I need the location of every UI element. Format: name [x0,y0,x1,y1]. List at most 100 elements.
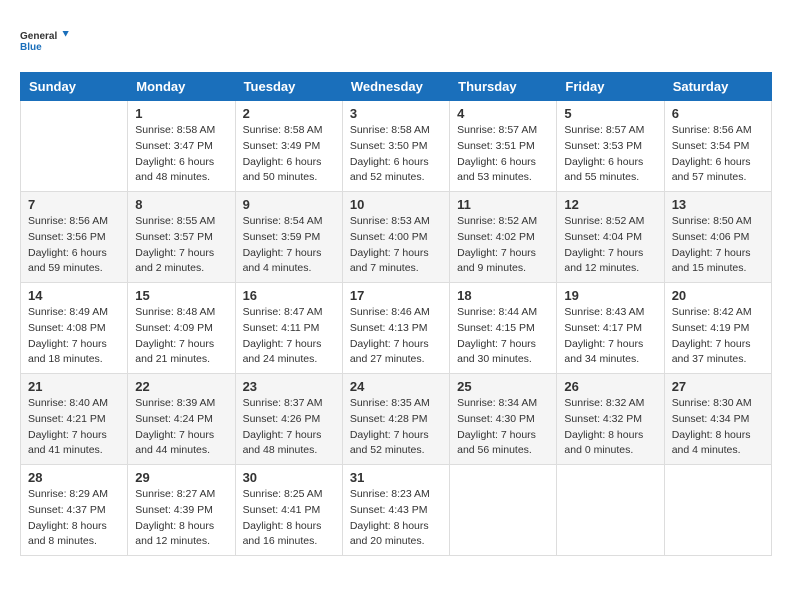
calendar-cell: 5 Sunrise: 8:57 AM Sunset: 3:53 PM Dayli… [557,101,664,192]
sunrise-text: Sunrise: 8:57 AM [564,124,644,136]
calendar-cell: 29 Sunrise: 8:27 AM Sunset: 4:39 PM Dayl… [128,465,235,556]
day-info: Sunrise: 8:34 AM Sunset: 4:30 PM Dayligh… [457,396,549,459]
sunset-text: Sunset: 3:57 PM [135,231,213,243]
day-number: 3 [350,106,442,121]
daylight-text: Daylight: 8 hours and 12 minutes. [135,520,214,548]
weekday-header: Thursday [450,73,557,101]
sunset-text: Sunset: 4:34 PM [672,413,750,425]
day-info: Sunrise: 8:32 AM Sunset: 4:32 PM Dayligh… [564,396,656,459]
day-number: 7 [28,197,120,212]
calendar-cell: 20 Sunrise: 8:42 AM Sunset: 4:19 PM Dayl… [664,283,771,374]
day-info: Sunrise: 8:54 AM Sunset: 3:59 PM Dayligh… [243,214,335,277]
sunrise-text: Sunrise: 8:25 AM [243,488,323,500]
day-number: 14 [28,288,120,303]
sunset-text: Sunset: 4:37 PM [28,504,106,516]
sunset-text: Sunset: 4:13 PM [350,322,428,334]
daylight-text: Daylight: 7 hours and 44 minutes. [135,429,214,457]
daylight-text: Daylight: 7 hours and 7 minutes. [350,247,429,275]
daylight-text: Daylight: 6 hours and 59 minutes. [28,247,107,275]
sunrise-text: Sunrise: 8:32 AM [564,397,644,409]
daylight-text: Daylight: 7 hours and 48 minutes. [243,429,322,457]
sunset-text: Sunset: 3:53 PM [564,140,642,152]
sunrise-text: Sunrise: 8:55 AM [135,215,215,227]
sunset-text: Sunset: 3:47 PM [135,140,213,152]
day-number: 23 [243,379,335,394]
day-info: Sunrise: 8:56 AM Sunset: 3:56 PM Dayligh… [28,214,120,277]
sunrise-text: Sunrise: 8:57 AM [457,124,537,136]
weekday-header: Wednesday [342,73,449,101]
sunset-text: Sunset: 4:17 PM [564,322,642,334]
day-number: 27 [672,379,764,394]
day-number: 24 [350,379,442,394]
day-info: Sunrise: 8:44 AM Sunset: 4:15 PM Dayligh… [457,305,549,368]
sunset-text: Sunset: 4:08 PM [28,322,106,334]
daylight-text: Daylight: 8 hours and 20 minutes. [350,520,429,548]
day-number: 13 [672,197,764,212]
sunset-text: Sunset: 3:49 PM [243,140,321,152]
day-info: Sunrise: 8:39 AM Sunset: 4:24 PM Dayligh… [135,396,227,459]
sunset-text: Sunset: 4:21 PM [28,413,106,425]
logo-svg: General Blue [20,20,70,62]
day-number: 4 [457,106,549,121]
day-number: 12 [564,197,656,212]
sunrise-text: Sunrise: 8:29 AM [28,488,108,500]
calendar-cell: 15 Sunrise: 8:48 AM Sunset: 4:09 PM Dayl… [128,283,235,374]
sunset-text: Sunset: 4:39 PM [135,504,213,516]
daylight-text: Daylight: 6 hours and 53 minutes. [457,156,536,184]
sunrise-text: Sunrise: 8:54 AM [243,215,323,227]
calendar-cell: 10 Sunrise: 8:53 AM Sunset: 4:00 PM Dayl… [342,192,449,283]
daylight-text: Daylight: 7 hours and 15 minutes. [672,247,751,275]
sunrise-text: Sunrise: 8:40 AM [28,397,108,409]
calendar-week-row: 21 Sunrise: 8:40 AM Sunset: 4:21 PM Dayl… [21,374,772,465]
daylight-text: Daylight: 6 hours and 55 minutes. [564,156,643,184]
weekday-header: Tuesday [235,73,342,101]
sunrise-text: Sunrise: 8:52 AM [564,215,644,227]
calendar-cell: 9 Sunrise: 8:54 AM Sunset: 3:59 PM Dayli… [235,192,342,283]
weekday-header: Sunday [21,73,128,101]
day-number: 29 [135,470,227,485]
sunrise-text: Sunrise: 8:44 AM [457,306,537,318]
daylight-text: Daylight: 7 hours and 4 minutes. [243,247,322,275]
day-info: Sunrise: 8:52 AM Sunset: 4:02 PM Dayligh… [457,214,549,277]
day-info: Sunrise: 8:25 AM Sunset: 4:41 PM Dayligh… [243,487,335,550]
day-info: Sunrise: 8:58 AM Sunset: 3:49 PM Dayligh… [243,123,335,186]
day-info: Sunrise: 8:29 AM Sunset: 4:37 PM Dayligh… [28,487,120,550]
day-number: 16 [243,288,335,303]
sunrise-text: Sunrise: 8:56 AM [672,124,752,136]
sunset-text: Sunset: 4:04 PM [564,231,642,243]
calendar-cell: 11 Sunrise: 8:52 AM Sunset: 4:02 PM Dayl… [450,192,557,283]
daylight-text: Daylight: 7 hours and 27 minutes. [350,338,429,366]
sunset-text: Sunset: 4:24 PM [135,413,213,425]
day-number: 2 [243,106,335,121]
sunset-text: Sunset: 4:41 PM [243,504,321,516]
daylight-text: Daylight: 8 hours and 16 minutes. [243,520,322,548]
sunset-text: Sunset: 4:26 PM [243,413,321,425]
calendar-cell [664,465,771,556]
sunset-text: Sunset: 4:32 PM [564,413,642,425]
day-info: Sunrise: 8:46 AM Sunset: 4:13 PM Dayligh… [350,305,442,368]
sunset-text: Sunset: 4:15 PM [457,322,535,334]
sunrise-text: Sunrise: 8:43 AM [564,306,644,318]
day-info: Sunrise: 8:47 AM Sunset: 4:11 PM Dayligh… [243,305,335,368]
calendar-week-row: 28 Sunrise: 8:29 AM Sunset: 4:37 PM Dayl… [21,465,772,556]
calendar-cell: 7 Sunrise: 8:56 AM Sunset: 3:56 PM Dayli… [21,192,128,283]
calendar-cell: 18 Sunrise: 8:44 AM Sunset: 4:15 PM Dayl… [450,283,557,374]
day-number: 18 [457,288,549,303]
calendar-cell: 21 Sunrise: 8:40 AM Sunset: 4:21 PM Dayl… [21,374,128,465]
sunrise-text: Sunrise: 8:27 AM [135,488,215,500]
sunset-text: Sunset: 3:59 PM [243,231,321,243]
daylight-text: Daylight: 7 hours and 41 minutes. [28,429,107,457]
calendar-cell: 6 Sunrise: 8:56 AM Sunset: 3:54 PM Dayli… [664,101,771,192]
day-info: Sunrise: 8:35 AM Sunset: 4:28 PM Dayligh… [350,396,442,459]
sunset-text: Sunset: 3:54 PM [672,140,750,152]
sunset-text: Sunset: 4:02 PM [457,231,535,243]
weekday-header-row: SundayMondayTuesdayWednesdayThursdayFrid… [21,73,772,101]
svg-text:General: General [20,31,57,42]
sunset-text: Sunset: 3:50 PM [350,140,428,152]
sunrise-text: Sunrise: 8:50 AM [672,215,752,227]
daylight-text: Daylight: 7 hours and 56 minutes. [457,429,536,457]
day-info: Sunrise: 8:50 AM Sunset: 4:06 PM Dayligh… [672,214,764,277]
sunrise-text: Sunrise: 8:46 AM [350,306,430,318]
sunrise-text: Sunrise: 8:35 AM [350,397,430,409]
calendar-cell: 19 Sunrise: 8:43 AM Sunset: 4:17 PM Dayl… [557,283,664,374]
